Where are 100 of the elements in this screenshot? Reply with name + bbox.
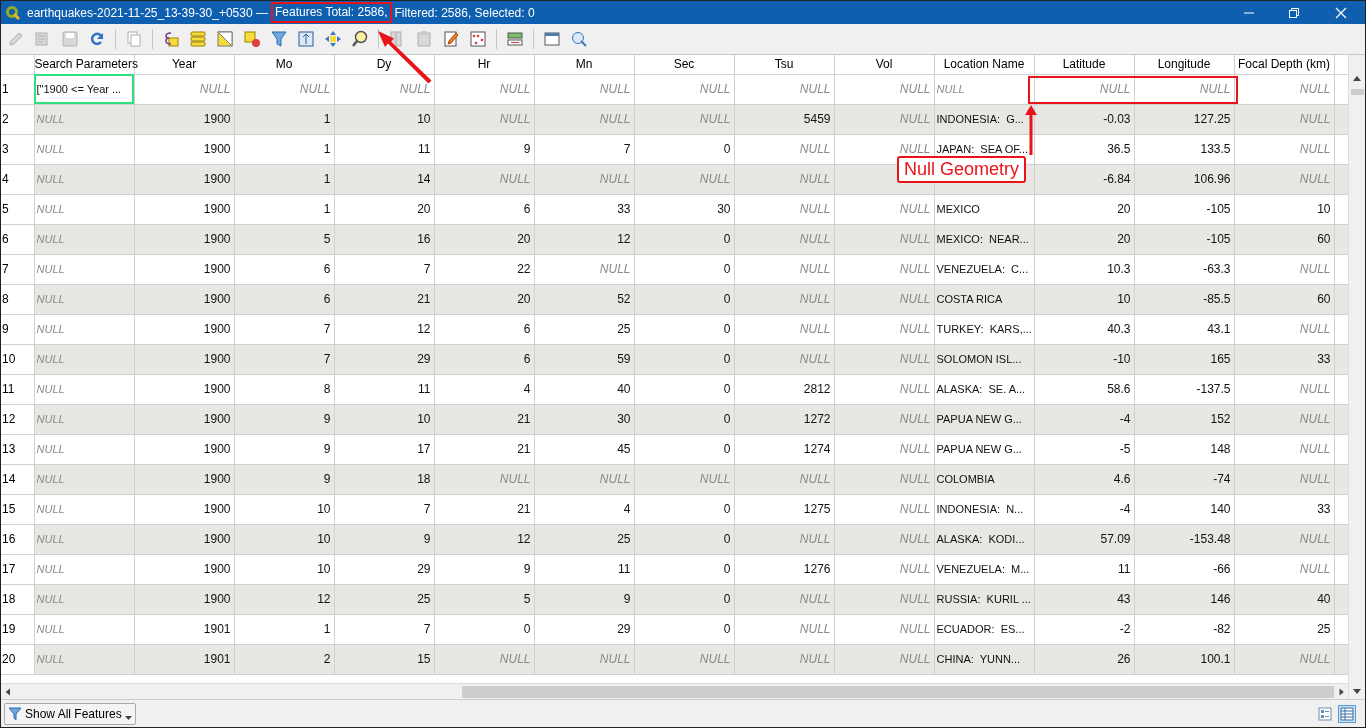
stacked-bars-icon[interactable]: [189, 30, 207, 48]
column-header[interactable]: Longitude: [1134, 55, 1234, 74]
table-cell: CHINA: YUNN...: [934, 644, 1034, 674]
row-number[interactable]: 19: [1, 614, 34, 644]
null-cell: NULL: [734, 314, 834, 344]
row-number[interactable]: 5: [1, 194, 34, 224]
expression-select-icon[interactable]: [162, 30, 180, 48]
null-cell: NULL: [634, 644, 734, 674]
null-cell: NULL: [34, 374, 134, 404]
column-header[interactable]: Hr: [434, 55, 534, 74]
column-header[interactable]: Vol: [834, 55, 934, 74]
table-cell: 1900: [134, 374, 234, 404]
table-cell: 0: [634, 524, 734, 554]
table-cell: -63.3: [1134, 254, 1234, 284]
table-cell: 0: [634, 584, 734, 614]
null-cell: NULL: [834, 614, 934, 644]
table-cell: -85.5: [1134, 284, 1234, 314]
scrollbar-thumb[interactable]: [461, 685, 1334, 698]
conditional-format-icon[interactable]: [506, 30, 524, 48]
null-cell: NULL: [34, 614, 134, 644]
field-calculator-icon[interactable]: [442, 30, 460, 48]
null-cell: NULL: [534, 464, 634, 494]
table-cell: 0: [634, 314, 734, 344]
null-cell: NULL: [534, 74, 634, 104]
row-number[interactable]: 9: [1, 314, 34, 344]
table-cell: INDONESIA: N...: [934, 494, 1034, 524]
column-header[interactable]: Location Name: [934, 55, 1034, 74]
row-number[interactable]: 14: [1, 464, 34, 494]
close-icon[interactable]: [1335, 6, 1347, 19]
table-cell: 7: [234, 344, 334, 374]
refresh-icon[interactable]: [88, 30, 106, 48]
null-cell: NULL: [1234, 524, 1334, 554]
row-number[interactable]: 10: [1, 344, 34, 374]
row-number[interactable]: 1: [1, 74, 34, 104]
column-header[interactable]: Mo: [234, 55, 334, 74]
pan-icon[interactable]: [324, 30, 342, 48]
table-cell: 0: [634, 434, 734, 464]
invert-selection-icon[interactable]: [216, 30, 234, 48]
column-header[interactable]: Tsu: [734, 55, 834, 74]
null-cell: NULL: [1234, 434, 1334, 464]
table-cell: 1900: [134, 284, 234, 314]
table-cell: 0: [634, 404, 734, 434]
table-cell: 1900: [134, 224, 234, 254]
scrollbar-thumb[interactable]: [1350, 89, 1364, 95]
row-number[interactable]: 13: [1, 434, 34, 464]
window-title: Features Total: 2586,: [270, 2, 392, 23]
filter-icon[interactable]: [270, 30, 288, 48]
row-number[interactable]: 12: [1, 404, 34, 434]
table-cell: 11: [334, 134, 434, 164]
column-header[interactable]: Mn: [534, 55, 634, 74]
move-to-top-icon[interactable]: [297, 30, 315, 48]
vertical-scrollbar[interactable]: [1348, 55, 1365, 699]
null-cell: NULL: [34, 464, 134, 494]
table-cell: 1: [234, 104, 334, 134]
row-number[interactable]: 8: [1, 284, 34, 314]
table-cell: 6: [434, 314, 534, 344]
actions-icon[interactable]: [570, 30, 588, 48]
table-view-button[interactable]: [1338, 704, 1356, 723]
null-cell: NULL: [634, 464, 734, 494]
table-cell: 0: [634, 254, 734, 284]
row-number[interactable]: 17: [1, 554, 34, 584]
column-header[interactable]: Sec: [634, 55, 734, 74]
show-all-features-button[interactable]: Show All Features: [4, 702, 136, 725]
abacus-icon[interactable]: [469, 30, 487, 48]
table-cell: 9: [434, 134, 534, 164]
table-cell: 29: [534, 614, 634, 644]
column-header[interactable]: Latitude: [1034, 55, 1134, 74]
row-number[interactable]: 20: [1, 644, 34, 674]
row-number[interactable]: 7: [1, 254, 34, 284]
table-cell: 33: [1234, 344, 1334, 374]
row-number[interactable]: 2: [1, 104, 34, 134]
table-cell: 7: [334, 614, 434, 644]
horizontal-scrollbar[interactable]: [1, 683, 1348, 699]
form-view-button[interactable]: [1316, 704, 1334, 723]
row-number[interactable]: 4: [1, 164, 34, 194]
filter-icon: [8, 706, 22, 721]
column-header[interactable]: Dy: [334, 55, 434, 74]
column-header[interactable]: Focal Depth (km): [1234, 55, 1334, 74]
row-number[interactable]: 15: [1, 494, 34, 524]
null-cell: NULL: [834, 584, 934, 614]
row-number[interactable]: 11: [1, 374, 34, 404]
row-number[interactable]: 18: [1, 584, 34, 614]
row-number[interactable]: 6: [1, 224, 34, 254]
table-cell: 12: [534, 224, 634, 254]
table-cell: 2812: [734, 374, 834, 404]
null-cell: NULL: [534, 104, 634, 134]
restore-icon[interactable]: [1288, 6, 1300, 19]
table-cell: 9: [234, 404, 334, 434]
null-cell: NULL: [834, 344, 934, 374]
zoom-icon[interactable]: [351, 30, 369, 48]
row-number[interactable]: 16: [1, 524, 34, 554]
null-cell: NULL: [734, 464, 834, 494]
callout-label: Null Geometry: [897, 156, 1027, 183]
table-cell: PAPUA NEW G...: [934, 434, 1034, 464]
table-cell: 1900: [134, 344, 234, 374]
dock-window-icon[interactable]: [543, 30, 561, 48]
row-number[interactable]: 3: [1, 134, 34, 164]
table-cell: -0.03: [1034, 104, 1134, 134]
deselect-icon[interactable]: [243, 30, 261, 48]
table-cell: 6: [434, 194, 534, 224]
